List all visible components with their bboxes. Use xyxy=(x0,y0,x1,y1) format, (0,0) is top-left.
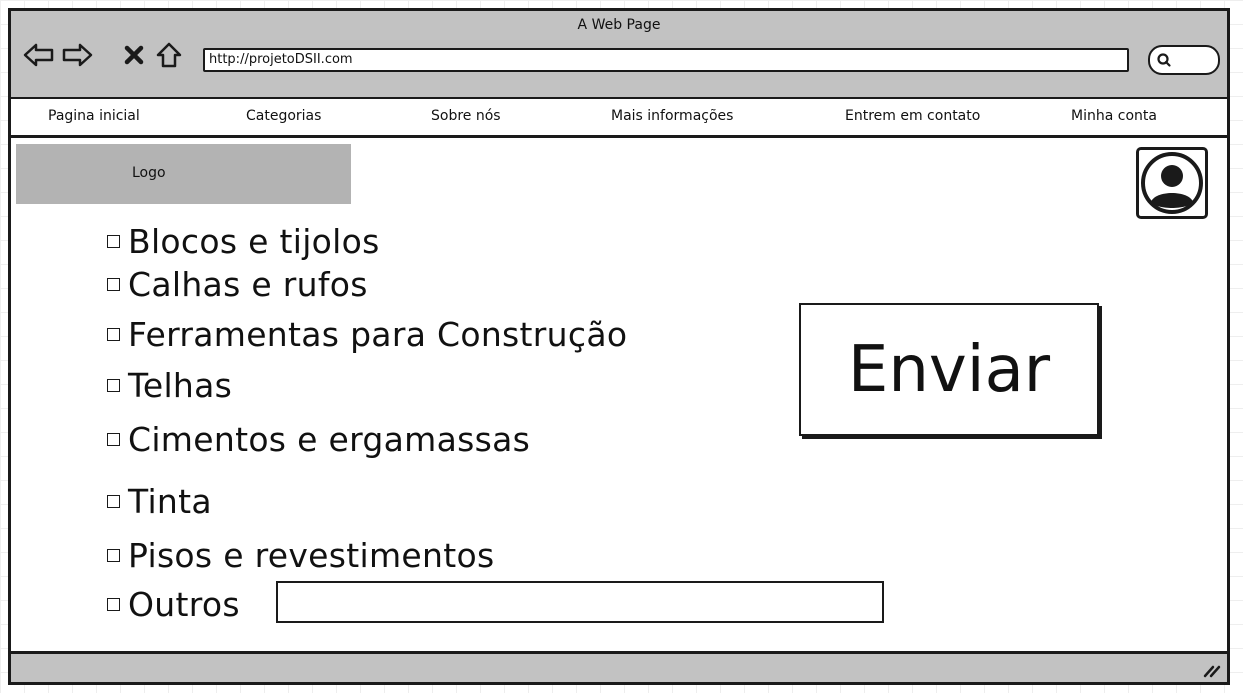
checkbox[interactable] xyxy=(107,378,120,392)
enviar-button[interactable]: Enviar xyxy=(799,303,1099,436)
resize-grip-icon[interactable] xyxy=(1201,659,1221,679)
checkbox[interactable] xyxy=(107,327,120,341)
checkbox[interactable] xyxy=(107,548,120,562)
user-avatar-icon xyxy=(1141,152,1203,214)
category-label: Pisos e revestimentos xyxy=(128,535,495,575)
browser-titlebar: A Web Page http://projetoDSII.com xyxy=(11,11,1227,99)
category-item-outros: Outros xyxy=(107,584,240,624)
menu-item-categorias[interactable]: Categorias xyxy=(246,108,321,124)
category-label: Cimentos e ergamassas xyxy=(128,419,531,459)
category-label: Calhas e rufos xyxy=(128,264,368,304)
browser-statusbar xyxy=(11,651,1227,682)
user-avatar-button[interactable] xyxy=(1136,147,1208,219)
menu-item-entrem-em-contato[interactable]: Entrem em contato xyxy=(845,108,980,124)
home-icon xyxy=(156,42,182,68)
category-label: Outros xyxy=(128,584,240,624)
checkbox[interactable] xyxy=(107,432,120,446)
url-bar[interactable]: http://projetoDSII.com xyxy=(203,48,1129,72)
category-item-calhas: Calhas e rufos xyxy=(107,264,368,304)
back-arrow-icon xyxy=(23,43,54,67)
category-item-telhas: Telhas xyxy=(107,365,232,405)
category-label: Tinta xyxy=(128,481,212,521)
checkbox[interactable] xyxy=(107,234,120,248)
stop-button[interactable] xyxy=(118,39,150,71)
category-item-tinta: Tinta xyxy=(107,481,212,521)
forward-button[interactable] xyxy=(61,39,93,71)
checkbox[interactable] xyxy=(107,494,120,508)
category-label: Telhas xyxy=(128,365,233,405)
logo-label: Logo xyxy=(132,165,166,181)
category-item-blocos: Blocos e tijolos xyxy=(107,221,380,261)
search-icon xyxy=(1157,53,1171,67)
category-label: Blocos e tijolos xyxy=(128,221,380,261)
category-label: Ferramentas para Construção xyxy=(128,314,628,354)
menu-item-sobre-nos[interactable]: Sobre nós xyxy=(431,108,501,124)
window-title: A Web Page xyxy=(577,17,661,33)
logo-placeholder: Logo xyxy=(16,144,351,204)
menu-item-pagina-inicial[interactable]: Pagina inicial xyxy=(48,108,140,124)
checkbox[interactable] xyxy=(107,597,120,611)
close-icon xyxy=(124,45,144,65)
browser-window: A Web Page http://projetoDSII.com Pagina… xyxy=(8,8,1230,685)
top-menu-bar: Pagina inicial Categorias Sobre nós Mais… xyxy=(11,99,1227,138)
forward-arrow-icon xyxy=(62,43,93,67)
home-button[interactable] xyxy=(153,39,185,71)
category-item-ferramentas: Ferramentas para Construção xyxy=(107,314,627,354)
search-button[interactable] xyxy=(1148,45,1220,75)
menu-item-mais-informacoes[interactable]: Mais informações xyxy=(611,108,733,124)
category-item-cimentos: Cimentos e ergamassas xyxy=(107,419,530,459)
checkbox[interactable] xyxy=(107,277,120,291)
category-item-pisos: Pisos e revestimentos xyxy=(107,535,494,575)
back-button[interactable] xyxy=(23,39,55,71)
menu-item-minha-conta[interactable]: Minha conta xyxy=(1071,108,1157,124)
outros-text-input[interactable] xyxy=(276,581,884,623)
